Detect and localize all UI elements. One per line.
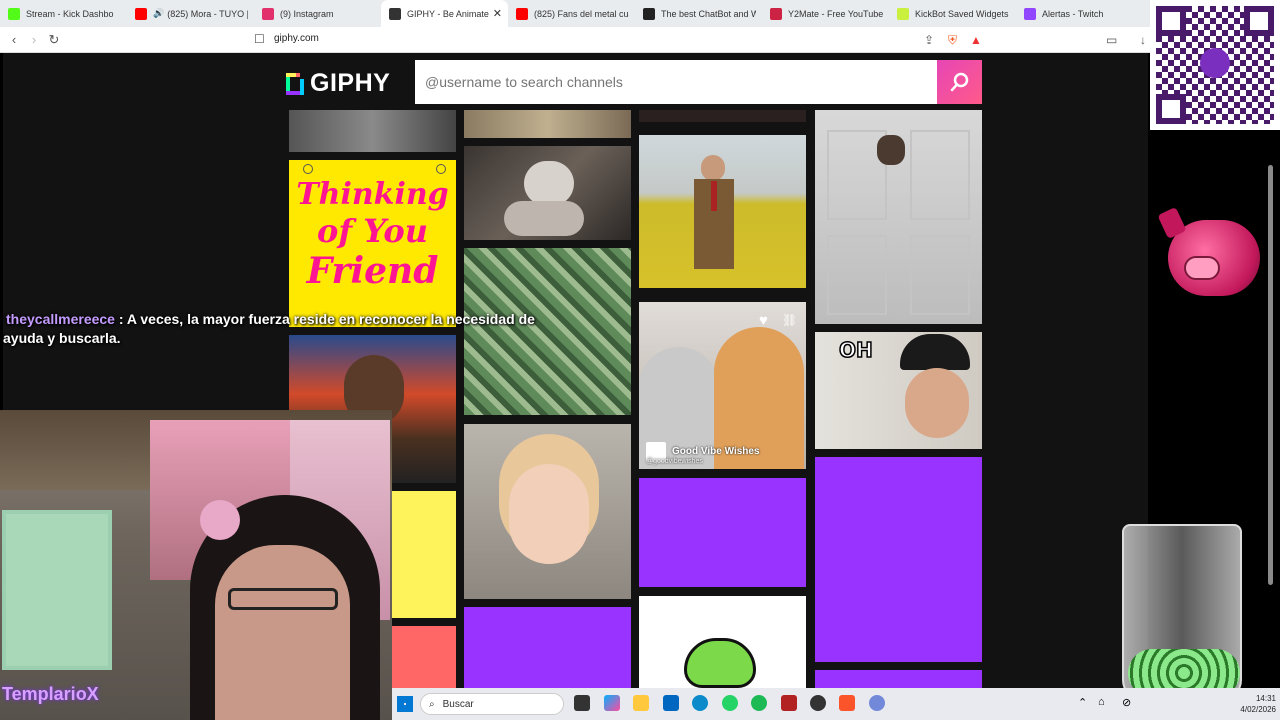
network-icon[interactable]: ⌂ bbox=[1098, 696, 1105, 708]
windows-start-icon[interactable] bbox=[397, 696, 413, 712]
tab-youtube-metal[interactable]: (825) Fans del metal cuan bbox=[508, 0, 635, 27]
giphy-logo[interactable]: GIPHY bbox=[286, 69, 390, 97]
brave-icon[interactable] bbox=[839, 695, 855, 711]
gif-tile-thinking-of-you[interactable]: Thinking of You Friend bbox=[289, 160, 456, 327]
copilot-icon[interactable] bbox=[604, 695, 620, 711]
reload-icon[interactable]: ↻ bbox=[44, 32, 64, 48]
tab-y2mate[interactable]: Y2Mate - Free YouTube to bbox=[762, 0, 889, 27]
gif-tile-money[interactable] bbox=[464, 248, 631, 415]
forward-icon[interactable]: › bbox=[24, 32, 44, 47]
kickbot-icon bbox=[897, 7, 909, 20]
gif-tile-man-partial[interactable] bbox=[289, 110, 456, 152]
discord-icon[interactable] bbox=[869, 695, 885, 711]
gif-tile-purple-col2[interactable] bbox=[464, 607, 631, 688]
volume-icon[interactable]: ⊘ bbox=[1122, 696, 1131, 709]
yape-qr-code bbox=[1150, 0, 1280, 130]
tab-instagram[interactable]: (9) Instagram bbox=[254, 0, 381, 27]
search-input[interactable] bbox=[415, 60, 937, 104]
back-icon[interactable]: ‹ bbox=[4, 32, 24, 47]
flower-icon bbox=[303, 164, 313, 174]
tab-youtube-mora[interactable]: 🔊(825) Mora - TUYO | Pl bbox=[127, 0, 254, 27]
search-icon: ⌕ bbox=[429, 698, 435, 710]
pig-mascot-icon bbox=[1157, 206, 1270, 300]
chevron-up-icon[interactable]: ⌃ bbox=[1078, 696, 1087, 709]
cam-name-tag: TemplarioX bbox=[2, 684, 99, 704]
search-icon bbox=[950, 72, 968, 92]
youtube-icon bbox=[516, 7, 528, 20]
download-icon[interactable]: ↓ bbox=[1140, 33, 1146, 47]
obs-icon[interactable] bbox=[810, 695, 826, 711]
share-icon[interactable]: ⇪ bbox=[924, 33, 934, 47]
giphy-icon bbox=[389, 7, 401, 20]
heart-icon[interactable]: ♥ bbox=[759, 312, 768, 329]
tab-giphy[interactable]: GIPHY - Be Animated ✕ bbox=[381, 0, 508, 27]
spotify-icon[interactable] bbox=[751, 695, 767, 711]
gif-tile-yellow[interactable] bbox=[392, 491, 456, 618]
brave-rewards-icon[interactable]: ▲ bbox=[970, 33, 982, 47]
gif-tile-red[interactable] bbox=[392, 626, 456, 688]
instagram-icon bbox=[262, 7, 274, 20]
taskbar-search[interactable]: ⌕ Buscar bbox=[420, 693, 564, 715]
gif-tile-oh[interactable]: OH bbox=[815, 332, 982, 449]
y2mate-icon bbox=[770, 7, 782, 20]
chat-message-cont: ayuda y buscarla. bbox=[3, 330, 121, 346]
channel-name[interactable]: Good Vibe Wishes bbox=[672, 446, 760, 457]
tab-bar: Stream - Kick Dashbo 🔊 (825) Mora - TUYO … bbox=[0, 0, 1280, 27]
youtube-icon bbox=[135, 7, 147, 20]
tab-kick[interactable]: Stream - Kick Dashbo bbox=[0, 0, 127, 27]
tab-chatbot[interactable]: The best ChatBot and Wid bbox=[635, 0, 762, 27]
close-tab-icon[interactable]: ✕ bbox=[493, 7, 502, 20]
edge-icon[interactable] bbox=[692, 695, 708, 711]
gif-tile-purple-col3[interactable] bbox=[639, 478, 806, 587]
search-button[interactable] bbox=[937, 60, 982, 104]
address-bar: ‹ › ↻ ☐ giphy.com ⇪ ⛨ ▲ ▭ ↓ bbox=[0, 27, 1280, 53]
giphy-logo-icon bbox=[286, 71, 304, 95]
chat-message: theycallmereece : A veces, la mayor fuer… bbox=[6, 311, 535, 327]
gif-tile-purple-col4b[interactable] bbox=[815, 670, 982, 688]
gif-tile-top-partial[interactable] bbox=[464, 110, 631, 138]
yape-logo-icon bbox=[1200, 48, 1230, 78]
gif-tile-purple-col4[interactable] bbox=[815, 457, 982, 662]
whatsapp-icon[interactable] bbox=[722, 695, 738, 711]
url-field[interactable]: giphy.com bbox=[274, 33, 319, 44]
brave-shield-icon[interactable]: ⛨ bbox=[948, 33, 957, 48]
taskbar-clock[interactable]: 14:31 4/02/2026 bbox=[1240, 693, 1276, 715]
chat-username: theycallmereece bbox=[6, 311, 115, 327]
gif-tile-door[interactable] bbox=[815, 110, 982, 324]
flower-icon bbox=[436, 164, 446, 174]
speaker-icon: 🔊 bbox=[153, 8, 165, 18]
link-icon[interactable]: ⛓ bbox=[782, 313, 797, 327]
tip-jar-glass bbox=[1118, 524, 1246, 704]
twitch-icon bbox=[1024, 7, 1036, 20]
gif-tile-cat-paw[interactable] bbox=[464, 146, 631, 240]
gif-tile-side-eye-girl[interactable] bbox=[464, 424, 631, 599]
gif-tile-col3-partial[interactable] bbox=[639, 110, 806, 122]
tab-twitch[interactable]: Alertas - Twitch bbox=[1016, 0, 1143, 27]
channel-handle: @goodvibewishes bbox=[646, 458, 703, 465]
kick-icon bbox=[8, 7, 20, 20]
webcam-feed: TemplarioX bbox=[0, 410, 392, 720]
sidebar-icon[interactable]: ▭ bbox=[1106, 33, 1117, 47]
store-icon[interactable] bbox=[663, 695, 679, 711]
chatbot-icon bbox=[643, 7, 655, 20]
oh-text: OH bbox=[838, 337, 873, 363]
windows-taskbar: ⌕ Buscar ⌃ ⌂ ⊘ 14:31 4/02/2026 bbox=[392, 688, 1280, 720]
gif-tile-frog[interactable] bbox=[639, 596, 806, 688]
gif-tile-cats[interactable]: ♥ ⛓ Good Vibe Wishes @goodvibewishes bbox=[639, 302, 806, 469]
tab-kickbot[interactable]: KickBot Saved Widgets bbox=[889, 0, 1016, 27]
task-view-icon[interactable] bbox=[574, 695, 590, 711]
file-explorer-icon[interactable] bbox=[633, 695, 649, 711]
filezilla-icon[interactable] bbox=[781, 695, 797, 711]
gif-tile-mr-bean[interactable] bbox=[639, 135, 806, 288]
bookmark-icon[interactable]: ☐ bbox=[254, 32, 265, 46]
channel-search bbox=[415, 60, 937, 104]
